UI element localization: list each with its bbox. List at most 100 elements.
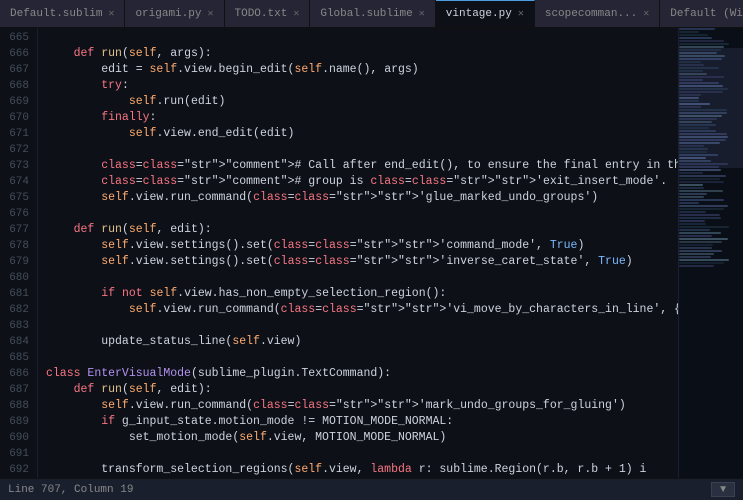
minimap-line bbox=[679, 28, 715, 30]
code-line: self.run(edit) bbox=[46, 94, 678, 110]
line-number: 672 bbox=[4, 142, 29, 158]
line-number: 670 bbox=[4, 110, 29, 126]
line-number: 691 bbox=[4, 446, 29, 462]
minimap-line bbox=[679, 205, 728, 207]
code-line: self.view.run_command(class=class="str">… bbox=[46, 398, 678, 414]
tab-tab1[interactable]: Default.sublim ✕ bbox=[0, 0, 125, 27]
minimap-line bbox=[679, 175, 726, 177]
minimap[interactable] bbox=[678, 28, 743, 478]
line-number: 673 bbox=[4, 158, 29, 174]
tab-label: Default.sublim bbox=[10, 8, 102, 20]
line-number: 686 bbox=[4, 366, 29, 382]
minimap-line bbox=[679, 223, 706, 225]
tab-close-icon[interactable]: ✕ bbox=[207, 8, 213, 20]
line-number: 669 bbox=[4, 94, 29, 110]
minimap-line bbox=[679, 226, 729, 228]
line-number: 676 bbox=[4, 206, 29, 222]
minimap-line bbox=[679, 232, 721, 234]
minimap-line bbox=[679, 184, 703, 186]
minimap-line bbox=[679, 256, 711, 258]
code-line: self.view.run_command(class=class="str">… bbox=[46, 302, 678, 318]
code-line: edit = self.view.begin_edit(self.name(),… bbox=[46, 62, 678, 78]
minimap-line bbox=[679, 37, 712, 39]
minimap-line bbox=[679, 31, 699, 33]
minimap-line bbox=[679, 187, 704, 189]
tab-close-icon[interactable]: ✕ bbox=[518, 8, 524, 20]
code-line: self.view.settings().set(class=class="st… bbox=[46, 254, 678, 270]
line-number: 666 bbox=[4, 46, 29, 62]
code-line: class=class="str">"comment"># Call after… bbox=[46, 158, 678, 174]
line-number: 674 bbox=[4, 174, 29, 190]
code-line: class=class="str">"comment"># group is c… bbox=[46, 174, 678, 190]
code-line bbox=[46, 350, 678, 366]
code-line: if not self.view.has_non_empty_selection… bbox=[46, 286, 678, 302]
code-line: transform_selection_regions(self.view, l… bbox=[46, 462, 678, 478]
code-line bbox=[46, 446, 678, 462]
minimap-line bbox=[679, 202, 699, 204]
tab-close-icon[interactable]: ✕ bbox=[293, 8, 299, 20]
line-number: 678 bbox=[4, 238, 29, 254]
minimap-line bbox=[679, 247, 712, 249]
minimap-viewport bbox=[679, 48, 743, 168]
minimap-line bbox=[679, 217, 721, 219]
minimap-line bbox=[679, 178, 720, 180]
minimap-line bbox=[679, 214, 720, 216]
line-number: 688 bbox=[4, 398, 29, 414]
line-number: 668 bbox=[4, 78, 29, 94]
code-line bbox=[46, 206, 678, 222]
code-line: finally: bbox=[46, 110, 678, 126]
tab-close-icon[interactable]: ✕ bbox=[108, 8, 114, 20]
code-line bbox=[46, 30, 678, 46]
line-number: 681 bbox=[4, 286, 29, 302]
code-line: def run(self, edit): bbox=[46, 222, 678, 238]
minimap-line bbox=[679, 220, 705, 222]
tab-tab4[interactable]: Global.sublime ✕ bbox=[310, 0, 435, 27]
code-line: def run(self, edit): bbox=[46, 382, 678, 398]
code-line: try: bbox=[46, 78, 678, 94]
tab-tab6[interactable]: scopecomman...✕ bbox=[535, 0, 660, 27]
minimap-line bbox=[679, 250, 722, 252]
status-bar-right: ▼ bbox=[711, 482, 735, 497]
code-line bbox=[46, 270, 678, 286]
line-number: 687 bbox=[4, 382, 29, 398]
status-left: Line 707, Column 19 bbox=[8, 484, 133, 496]
minimap-line bbox=[679, 169, 721, 171]
tab-tab3[interactable]: TODO.txt ✕ bbox=[225, 0, 311, 27]
tab-tab5[interactable]: vintage.py✕ bbox=[436, 0, 535, 27]
minimap-line bbox=[679, 244, 713, 246]
minimap-line bbox=[679, 241, 722, 243]
line-number: 682 bbox=[4, 302, 29, 318]
tab-label: Default (Wind... bbox=[670, 8, 743, 20]
line-number: 684 bbox=[4, 334, 29, 350]
code-line bbox=[46, 142, 678, 158]
tab-tab7[interactable]: Default (Wind...✕ bbox=[660, 0, 743, 27]
tab-tab2[interactable]: origami.py✕ bbox=[125, 0, 224, 27]
line-number: 667 bbox=[4, 62, 29, 78]
tab-close-icon[interactable]: ✕ bbox=[419, 8, 425, 20]
editor-container: 6656666676686696706716726736746756766776… bbox=[0, 28, 743, 478]
minimap-line bbox=[679, 199, 724, 201]
code-area[interactable]: def run(self, args): edit = self.view.be… bbox=[38, 28, 678, 478]
scroll-button[interactable]: ▼ bbox=[711, 482, 735, 497]
code-line: set_motion_mode(self.view, MOTION_MODE_N… bbox=[46, 430, 678, 446]
code-line: def run(self, args): bbox=[46, 46, 678, 62]
line-number: 665 bbox=[4, 30, 29, 46]
tab-label: Global.sublime bbox=[320, 8, 412, 20]
minimap-line bbox=[679, 43, 729, 45]
minimap-line bbox=[679, 196, 704, 198]
line-numbers: 6656666676686696706716726736746756766776… bbox=[0, 28, 38, 478]
minimap-line bbox=[679, 235, 712, 237]
line-number: 689 bbox=[4, 414, 29, 430]
line-number: 692 bbox=[4, 462, 29, 478]
tab-label: TODO.txt bbox=[235, 8, 288, 20]
tab-bar: Default.sublim✕origami.py✕TODO.txt✕Globa… bbox=[0, 0, 743, 28]
minimap-line bbox=[679, 40, 724, 42]
line-number: 685 bbox=[4, 350, 29, 366]
code-line bbox=[46, 318, 678, 334]
minimap-line bbox=[679, 253, 714, 255]
tab-close-icon[interactable]: ✕ bbox=[643, 8, 649, 20]
code-line: self.view.end_edit(edit) bbox=[46, 126, 678, 142]
code-line: update_status_line(self.view) bbox=[46, 334, 678, 350]
minimap-line bbox=[679, 34, 708, 36]
minimap-line bbox=[679, 211, 706, 213]
